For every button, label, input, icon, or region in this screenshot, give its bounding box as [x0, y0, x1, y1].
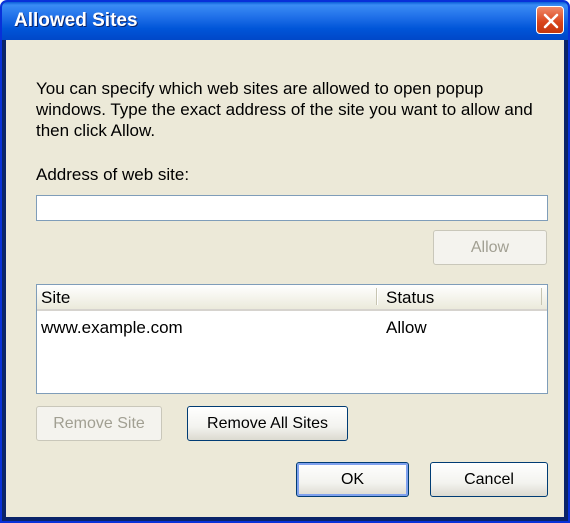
close-button[interactable] — [536, 6, 564, 34]
remove-all-sites-button[interactable]: Remove All Sites — [187, 406, 348, 441]
ok-button[interactable]: OK — [296, 462, 409, 497]
row-site-cell: www.example.com — [41, 318, 183, 337]
allowed-sites-dialog: Allowed Sites You can specify which web … — [0, 0, 570, 523]
remove-site-button[interactable]: Remove Site — [36, 406, 162, 441]
address-label: Address of web site: — [36, 165, 190, 184]
close-icon — [543, 13, 559, 29]
title-bar[interactable]: Allowed Sites — [2, 2, 568, 40]
dialog-title: Allowed Sites — [14, 10, 138, 31]
cancel-button[interactable]: Cancel — [430, 462, 548, 497]
allow-button[interactable]: Allow — [433, 230, 547, 265]
instructions-text: You can specify which web sites are allo… — [36, 79, 533, 140]
column-divider[interactable] — [376, 288, 378, 305]
row-status-cell: Allow — [386, 318, 427, 337]
list-header: Site Status — [37, 285, 547, 311]
column-header-status[interactable]: Status — [386, 288, 434, 308]
column-divider[interactable] — [541, 288, 542, 305]
column-header-site[interactable]: Site — [41, 288, 375, 309]
address-input[interactable] — [36, 195, 548, 221]
sites-list[interactable]: Site Status www.example.com Allow — [36, 284, 548, 394]
dialog-body: You can specify which web sites are allo… — [6, 40, 564, 517]
